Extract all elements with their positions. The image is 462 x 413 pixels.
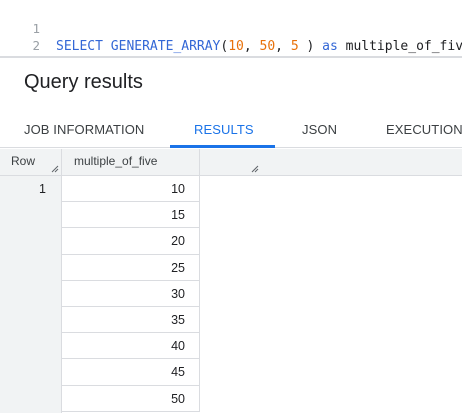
value-cell[interactable]: 15 bbox=[62, 202, 200, 229]
sql-arg-start: 10 bbox=[228, 39, 244, 54]
row-number-cell bbox=[0, 385, 62, 412]
value-cell[interactable]: 25 bbox=[62, 254, 200, 281]
column-header-label: Row bbox=[11, 154, 36, 168]
row-number-cell bbox=[0, 333, 62, 360]
table-row[interactable]: 45 bbox=[0, 359, 462, 386]
sql-function-name: GENERATE_ARRAY bbox=[110, 39, 221, 54]
results-grid: Row multiple_of_five 1 10 15 20 25 30 35… bbox=[0, 149, 462, 413]
sql-alias: multiple_of_five bbox=[345, 39, 462, 54]
line-number: 2 bbox=[32, 38, 40, 53]
sql-arg-end: 50 bbox=[259, 39, 276, 54]
sql-comma: , bbox=[243, 39, 260, 54]
sql-editor[interactable]: 1 SELECT GENERATE_ARRAY(10, 50, 5 ) as m… bbox=[0, 0, 462, 54]
sql-statement: SELECT GENERATE_ARRAY(10, 50, 5 ) as mul… bbox=[56, 38, 462, 56]
sql-comma: , bbox=[275, 39, 291, 54]
table-row[interactable]: 15 bbox=[0, 202, 462, 229]
value-cell[interactable]: 10 bbox=[62, 176, 200, 203]
value-cell[interactable]: 45 bbox=[62, 359, 200, 386]
table-row[interactable]: 50 bbox=[0, 385, 462, 412]
query-results-title: Query results bbox=[24, 71, 143, 93]
row-number-cell bbox=[0, 254, 62, 281]
row-number-cell: 1 bbox=[0, 176, 62, 203]
value-cell[interactable]: 35 bbox=[62, 306, 200, 334]
table-row[interactable]: 30 bbox=[0, 280, 462, 307]
code-line-2[interactable]: 2 bbox=[0, 19, 462, 53]
table-row[interactable]: 25 bbox=[0, 254, 462, 281]
table-row[interactable]: 35 bbox=[0, 306, 462, 334]
column-header-label: multiple_of_five bbox=[74, 154, 158, 168]
active-tab-indicator bbox=[170, 145, 275, 148]
grid-body: 1 10 15 20 25 30 35 40 45 50 bbox=[0, 176, 462, 412]
sql-keyword-select: SELECT bbox=[56, 39, 103, 54]
sql-close-paren: ) bbox=[298, 39, 315, 54]
grid-header-row: Row multiple_of_five bbox=[0, 149, 462, 176]
value-cell[interactable]: 40 bbox=[62, 333, 200, 360]
table-row[interactable]: 1 10 bbox=[0, 176, 462, 203]
value-cell[interactable]: 30 bbox=[62, 280, 200, 307]
code-line-1[interactable]: 1 SELECT GENERATE_ARRAY(10, 50, 5 ) as m… bbox=[0, 2, 462, 54]
column-resize-icon[interactable] bbox=[51, 165, 59, 173]
row-number-cell bbox=[0, 202, 62, 229]
table-row[interactable]: 20 bbox=[0, 228, 462, 255]
row-number-cell bbox=[0, 228, 62, 255]
sql-arg-step: 5 bbox=[290, 39, 299, 54]
tab-job-information[interactable]: JOB INFORMATION bbox=[24, 112, 144, 148]
results-tabs: JOB INFORMATION RESULTS JSON EXECUTION bbox=[0, 112, 462, 148]
tab-json[interactable]: JSON bbox=[302, 112, 337, 148]
value-cell[interactable]: 50 bbox=[62, 385, 200, 412]
tab-execution[interactable]: EXECUTION bbox=[386, 112, 462, 148]
column-header-row[interactable]: Row bbox=[0, 149, 62, 176]
row-number-cell bbox=[0, 359, 62, 386]
table-row[interactable]: 40 bbox=[0, 333, 462, 360]
sql-keyword-as: as bbox=[314, 39, 346, 54]
column-resize-icon[interactable] bbox=[251, 165, 259, 173]
row-number-cell bbox=[0, 306, 62, 334]
row-number-cell bbox=[0, 280, 62, 307]
tab-results[interactable]: RESULTS bbox=[194, 112, 254, 148]
value-cell[interactable]: 20 bbox=[62, 228, 200, 255]
column-header-multiple-of-five[interactable]: multiple_of_five bbox=[62, 149, 259, 176]
editor-divider[interactable] bbox=[0, 56, 462, 58]
